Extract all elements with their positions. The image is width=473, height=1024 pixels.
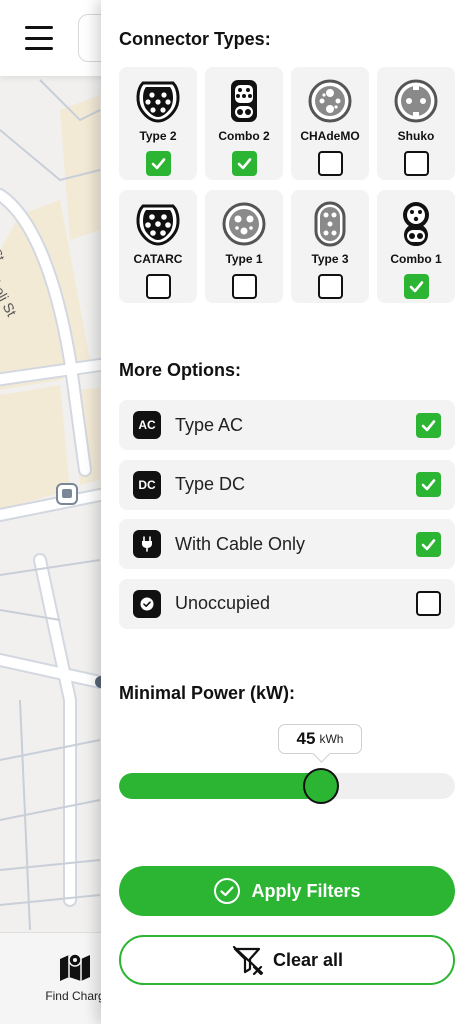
clear-all-button[interactable]: Clear all <box>119 935 455 985</box>
slider-fill <box>119 773 321 799</box>
option-checkbox[interactable] <box>416 412 441 438</box>
hamburger-icon-line <box>25 26 53 29</box>
option-label: With Cable Only <box>175 533 306 554</box>
option-label: Type AC <box>175 414 244 435</box>
connector-checkbox[interactable] <box>231 274 257 299</box>
type1-connector-icon <box>222 202 266 246</box>
catarc-connector-icon <box>136 204 180 246</box>
connector-label: CHAdeMO <box>300 129 360 143</box>
option-checkbox[interactable] <box>416 591 441 616</box>
connector-checkbox[interactable] <box>403 151 429 176</box>
hamburger-icon-line <box>25 36 53 40</box>
option-type-dc[interactable]: DC Type DC <box>119 459 455 510</box>
more-options-title: More Options: <box>119 360 241 380</box>
nav-find-label: Find Charg <box>45 989 105 1003</box>
connector-card-combo1[interactable]: Combo 1 <box>377 190 455 303</box>
power-slider: 45 kWh <box>119 720 455 810</box>
connector-label: Combo 2 <box>218 129 270 143</box>
slider-thumb[interactable] <box>302 768 339 804</box>
checkmark-icon <box>421 538 436 550</box>
apply-filters-button[interactable]: Apply Filters <box>119 866 455 916</box>
connector-card-type2[interactable]: Type 2 <box>119 67 197 180</box>
checkmark-icon <box>409 281 423 293</box>
slider-track[interactable] <box>119 773 455 799</box>
connector-checkbox[interactable] <box>403 274 429 299</box>
check-circle-icon <box>214 878 241 904</box>
connector-label: Combo 1 <box>390 252 442 266</box>
connector-card-chademo[interactable]: CHAdeMO <box>291 67 369 180</box>
minimal-power-title: Minimal Power (kW): <box>119 683 296 703</box>
connector-card-catarc[interactable]: CATARC <box>119 190 197 303</box>
combo2-connector-icon <box>231 80 257 122</box>
option-label: Type DC <box>175 474 246 494</box>
connector-label: Type 3 <box>311 252 349 266</box>
connector-checkbox[interactable] <box>231 151 257 176</box>
hamburger-icon-line <box>25 47 53 50</box>
checkmark-icon <box>237 158 251 170</box>
check-circle-icon <box>133 589 161 618</box>
option-label: Unoccupied <box>175 593 271 613</box>
connector-checkbox[interactable] <box>317 274 343 299</box>
connector-checkbox[interactable] <box>145 274 171 299</box>
plug-icon <box>133 530 161 558</box>
type2-connector-icon <box>136 81 180 123</box>
connector-card-combo2[interactable]: Combo 2 <box>205 67 283 180</box>
option-with-cable[interactable]: With Cable Only <box>119 519 455 569</box>
chademo-connector-icon <box>308 79 352 123</box>
ac-badge-icon: AC <box>133 411 161 439</box>
option-checkbox[interactable] <box>416 472 441 497</box>
map-icon <box>60 953 90 981</box>
option-type-ac[interactable]: AC Type AC <box>119 400 455 450</box>
type3-connector-icon <box>314 201 346 247</box>
connector-label: Type 2 <box>139 129 177 143</box>
combo1-connector-icon <box>403 202 429 246</box>
connector-label: Type 1 <box>225 252 263 266</box>
option-checkbox[interactable] <box>416 531 441 557</box>
option-unoccupied[interactable]: Unoccupied <box>119 578 455 629</box>
options-list: AC Type AC DC Type DC With Cable Only Un… <box>119 400 455 638</box>
power-value: 45 <box>296 729 316 748</box>
connector-types-title: Connector Types: <box>119 29 271 49</box>
connector-label: CATARC <box>133 252 183 266</box>
connector-label: Shuko <box>397 129 435 143</box>
dc-badge-icon: DC <box>133 470 161 499</box>
checkmark-icon <box>421 419 436 431</box>
power-unit: kWh <box>319 732 344 746</box>
shuko-connector-icon <box>394 79 438 123</box>
filter-panel: Connector Types: Type 2 Combo 2 CHAdeMO … <box>101 0 473 1024</box>
connector-checkbox[interactable] <box>145 151 171 176</box>
apply-filters-label: Apply Filters <box>251 880 361 901</box>
connector-card-shuko[interactable]: Shuko <box>377 67 455 180</box>
menu-button[interactable] <box>22 22 56 54</box>
connector-grid: Type 2 Combo 2 CHAdeMO Shuko CATARC Type… <box>119 67 455 303</box>
clear-filter-icon <box>232 945 264 975</box>
power-value-tooltip: 45 kWh <box>278 724 362 754</box>
clear-all-label: Clear all <box>272 949 344 970</box>
connector-card-type1[interactable]: Type 1 <box>205 190 283 303</box>
checkmark-icon <box>421 479 436 491</box>
checkmark-icon <box>151 158 165 170</box>
connector-checkbox[interactable] <box>317 151 343 176</box>
connector-card-type3[interactable]: Type 3 <box>291 190 369 303</box>
